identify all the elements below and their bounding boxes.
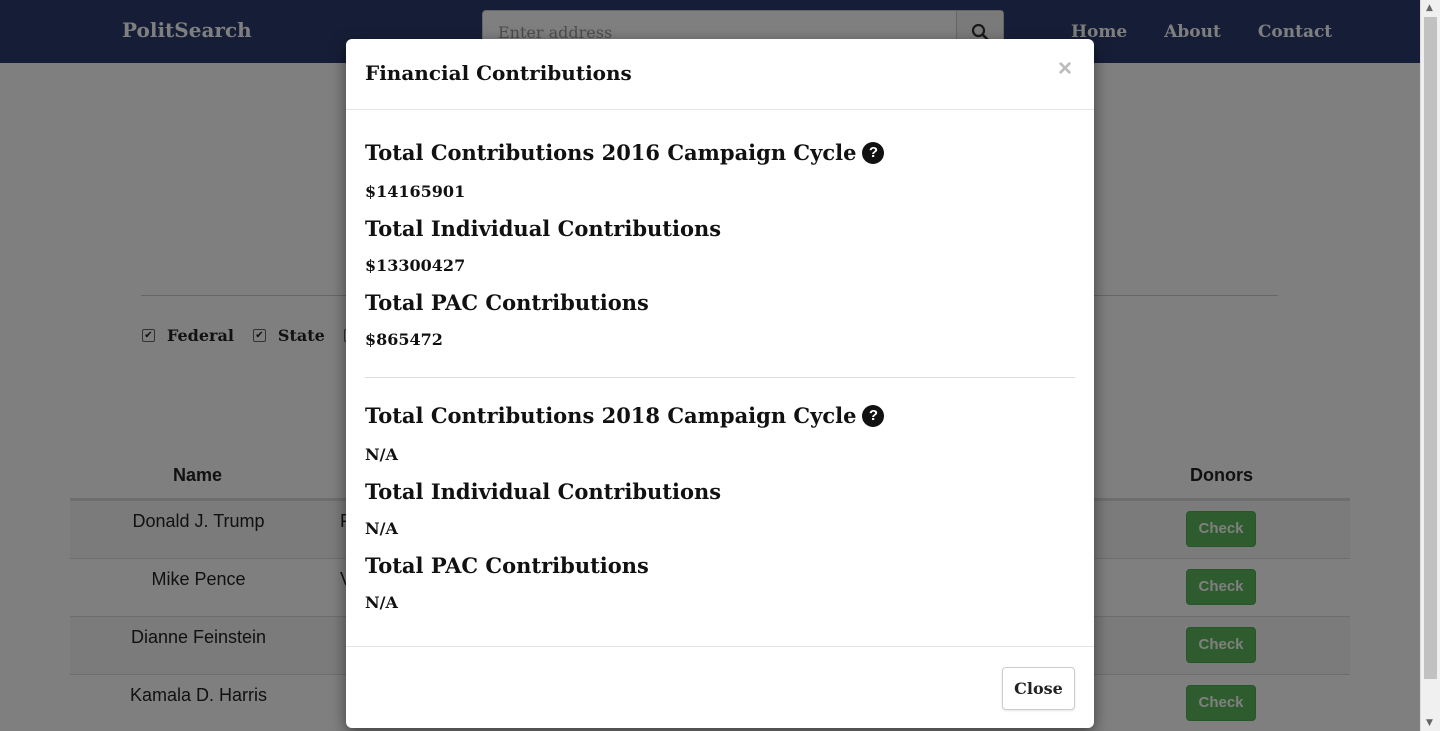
cycle-2018-heading-text: Total Contributions 2018 Campaign Cycle [365,403,857,428]
modal-title: Financial Contributions [365,61,632,85]
cycle-2016-heading-text: Total Contributions 2016 Campaign Cycle [365,140,857,165]
cycle-divider [365,377,1075,378]
scroll-down-arrow-icon[interactable]: ▼ [1426,718,1433,728]
cycle-2016-individual-heading: Total Individual Contributions [365,216,722,241]
cycle-2018-total-value: N/A [365,445,398,464]
financial-contributions-modal: Financial Contributions × Total Contribu… [346,39,1094,728]
cycle-2016-heading: Total Contributions 2016 Campaign Cycle … [365,140,885,165]
cycle-2018-heading: Total Contributions 2018 Campaign Cycle … [365,403,885,428]
modal-footer: Close [346,646,1094,728]
scroll-up-arrow-icon[interactable]: ▲ [1426,3,1433,13]
cycle-2016-pac-value: $865472 [365,330,443,349]
cycle-2018-pac-heading: Total PAC Contributions [365,553,649,578]
modal-header: Financial Contributions × [346,39,1094,110]
cycle-2018-individual-value: N/A [365,519,398,538]
cycle-2016-pac-heading: Total PAC Contributions [365,290,649,315]
close-button[interactable]: Close [1002,667,1075,710]
close-x-icon[interactable]: × [1058,55,1072,83]
scrollbar-thumb[interactable] [1424,17,1437,679]
question-circle-icon[interactable]: ? [862,141,885,164]
cycle-2016-total-value: $14165901 [365,182,466,201]
page-scrollbar[interactable]: ▲ ▼ [1420,0,1440,731]
question-circle-icon[interactable]: ? [862,404,885,427]
cycle-2016-individual-value: $13300427 [365,256,466,275]
cycle-2018-pac-value: N/A [365,593,398,612]
cycle-2018-individual-heading: Total Individual Contributions [365,479,722,504]
